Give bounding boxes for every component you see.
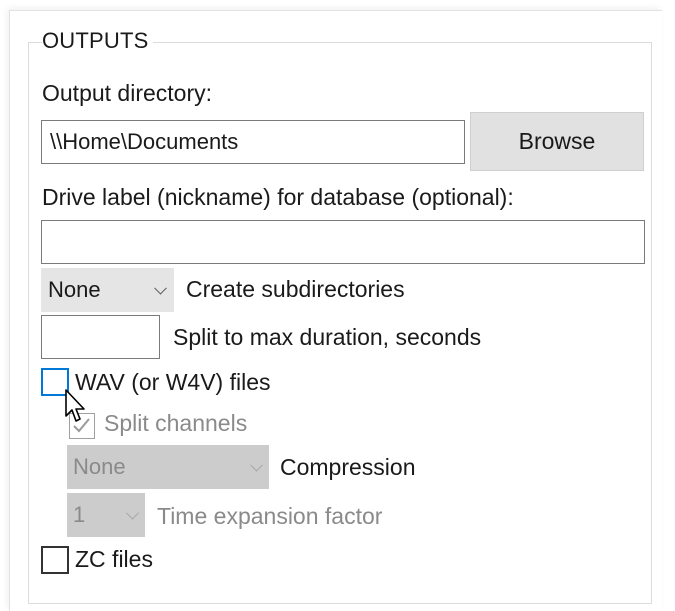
compression-select-value: None — [73, 454, 126, 479]
split-duration-label: Split to max duration, seconds — [173, 324, 482, 350]
zc-files-checkbox[interactable] — [41, 546, 69, 574]
chevron-down-icon — [154, 281, 167, 295]
chevron-down-icon — [126, 506, 139, 520]
compression-label: Compression — [280, 454, 416, 480]
compression-select[interactable]: None — [67, 445, 269, 489]
split-channels-label: Split channels — [104, 410, 248, 436]
zc-files-label: ZC files — [75, 546, 153, 572]
time-expansion-label: Time expansion factor — [157, 503, 383, 529]
chevron-down-icon — [250, 458, 263, 472]
drive-label-input[interactable] — [41, 220, 645, 264]
outputs-group-title: OUTPUTS — [42, 28, 153, 54]
output-directory-input[interactable]: \\Home\Documents — [41, 120, 465, 164]
drive-label-label: Drive label (nickname) for database (opt… — [42, 184, 514, 210]
time-expansion-select[interactable]: 1 — [67, 493, 145, 537]
subdirectories-select[interactable]: None — [41, 268, 174, 312]
browse-button-label: Browse — [518, 128, 596, 154]
create-subdirectories-label: Create subdirectories — [186, 276, 405, 302]
browse-button[interactable]: Browse — [470, 112, 644, 171]
time-expansion-select-value: 1 — [73, 502, 86, 527]
arrow-pointer-icon — [65, 389, 85, 422]
split-duration-input[interactable] — [41, 315, 160, 359]
output-directory-label: Output directory: — [42, 80, 213, 106]
output-directory-value: \\Home\Documents — [50, 129, 239, 154]
subdirectories-select-value: None — [48, 277, 101, 302]
wav-files-label: WAV (or W4V) files — [75, 369, 271, 395]
